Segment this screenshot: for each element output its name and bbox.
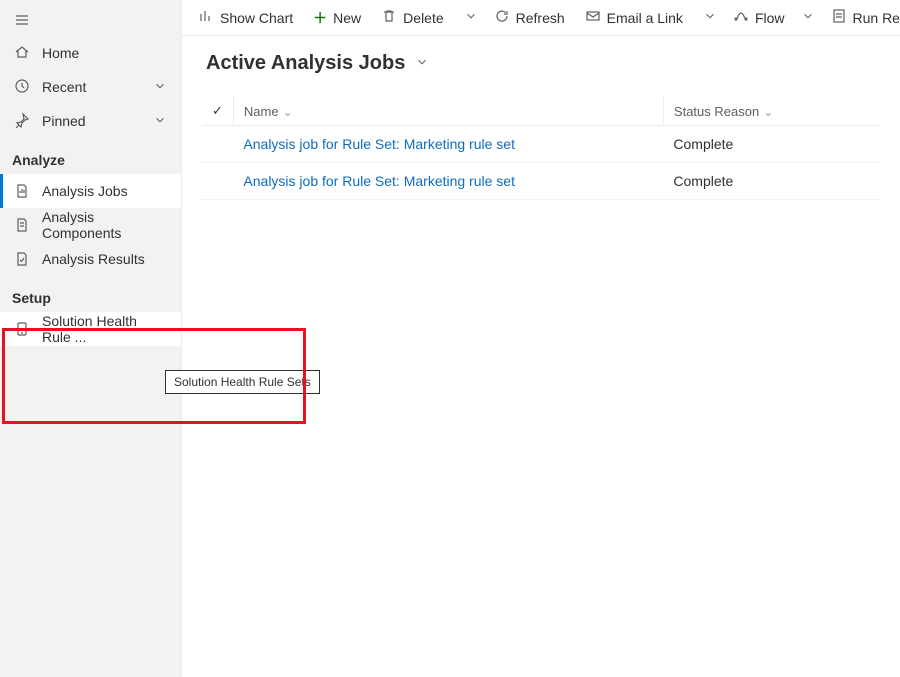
content: Active Analysis Jobs ✓ Name ⌄ — [182, 36, 900, 677]
record-link[interactable]: Analysis job for Rule Set: Marketing rul… — [243, 136, 515, 152]
select-all-header[interactable]: ✓ — [202, 97, 233, 126]
sidebar-section-analyze: Analyze — [0, 138, 181, 174]
sidebar-item-label: Pinned — [42, 113, 86, 129]
run-report-button[interactable]: Run Report — [821, 0, 900, 35]
clock-icon — [14, 78, 30, 97]
chevron-down-icon: ⌄ — [763, 105, 773, 119]
sidebar-item-recent[interactable]: Recent — [0, 70, 181, 104]
cmd-label: Email a Link — [607, 10, 683, 26]
chevron-down-icon — [153, 79, 167, 96]
plus-icon: ＋ — [313, 8, 327, 28]
column-label: Status Reason — [674, 104, 759, 119]
column-label: Name — [244, 104, 279, 119]
sidebar-item-label: Solution Health Rule ... — [42, 313, 167, 345]
email-link-button[interactable]: Email a Link — [575, 0, 693, 35]
sidebar-item-label: Analysis Jobs — [42, 183, 128, 199]
column-header-name[interactable]: Name ⌄ — [233, 97, 663, 126]
pin-icon — [14, 112, 30, 131]
hamburger-icon — [14, 12, 30, 28]
tablet-icon — [14, 321, 30, 337]
show-chart-button[interactable]: Show Chart — [188, 0, 303, 35]
sidebar-item-solution-health-rule-sets[interactable]: Solution Health Rule ... — [0, 312, 181, 346]
new-button[interactable]: ＋ New — [303, 0, 371, 35]
check-icon: ✓ — [212, 103, 223, 118]
flow-icon — [733, 8, 749, 27]
row-select[interactable] — [202, 126, 233, 163]
table-header-row: ✓ Name ⌄ Status Reason ⌄ — [202, 97, 880, 126]
trash-icon — [381, 8, 397, 27]
command-bar: Show Chart ＋ New Delete Refresh Email a … — [182, 0, 900, 36]
chevron-down-icon — [415, 55, 429, 72]
cmd-label: New — [333, 10, 361, 26]
sidebar-item-label: Analysis Results — [42, 251, 145, 267]
table-row[interactable]: Analysis job for Rule Set: Marketing rul… — [202, 163, 880, 200]
sidebar-item-analysis-results[interactable]: Analysis Results — [0, 242, 181, 276]
chevron-down-icon — [153, 113, 167, 130]
delete-dropdown[interactable] — [458, 9, 484, 26]
document-icon — [14, 217, 30, 233]
cmd-label: Refresh — [516, 10, 565, 26]
sidebar-item-label: Analysis Components — [42, 209, 167, 241]
sidebar-item-analysis-components[interactable]: Analysis Components — [0, 208, 181, 242]
sidebar-item-label: Recent — [42, 79, 86, 95]
sidebar-section-setup: Setup — [0, 276, 181, 312]
column-header-status-reason[interactable]: Status Reason ⌄ — [663, 97, 880, 126]
row-select[interactable] — [202, 163, 233, 200]
chevron-down-icon: ⌄ — [283, 105, 293, 119]
flow-dropdown[interactable] — [795, 9, 821, 26]
cell-status: Complete — [663, 163, 880, 200]
hamburger-menu[interactable] — [0, 4, 181, 36]
record-link[interactable]: Analysis job for Rule Set: Marketing rul… — [243, 173, 515, 189]
main-area: Show Chart ＋ New Delete Refresh Email a … — [182, 0, 900, 677]
table-row[interactable]: Analysis job for Rule Set: Marketing rul… — [202, 126, 880, 163]
document-check-icon — [14, 251, 30, 267]
sidebar-item-home[interactable]: Home — [0, 36, 181, 70]
data-grid: ✓ Name ⌄ Status Reason ⌄ Analysis job for … — [202, 97, 880, 200]
chart-icon — [198, 8, 214, 27]
email-link-dropdown[interactable] — [697, 9, 723, 26]
cmd-label: Run Report — [853, 10, 900, 26]
view-selector[interactable]: Active Analysis Jobs — [202, 52, 880, 75]
flow-button[interactable]: Flow — [723, 0, 795, 35]
home-icon — [14, 44, 30, 63]
refresh-icon — [494, 8, 510, 27]
cmd-label: Show Chart — [220, 10, 293, 26]
refresh-button[interactable]: Refresh — [484, 0, 575, 35]
delete-button[interactable]: Delete — [371, 0, 453, 35]
view-title-text: Active Analysis Jobs — [206, 52, 405, 75]
sidebar-item-label: Home — [42, 45, 79, 61]
cmd-label: Flow — [755, 10, 785, 26]
cmd-label: Delete — [403, 10, 443, 26]
report-icon — [831, 8, 847, 27]
tooltip: Solution Health Rule Sets — [165, 370, 320, 394]
mail-icon — [585, 8, 601, 27]
cell-status: Complete — [663, 126, 880, 163]
sidebar-item-analysis-jobs[interactable]: Analysis Jobs — [0, 174, 181, 208]
sidebar-item-pinned[interactable]: Pinned — [0, 104, 181, 138]
document-chart-icon — [14, 183, 30, 199]
sidebar: Home Recent Pinned Analyze Analysis Jobs… — [0, 0, 182, 677]
